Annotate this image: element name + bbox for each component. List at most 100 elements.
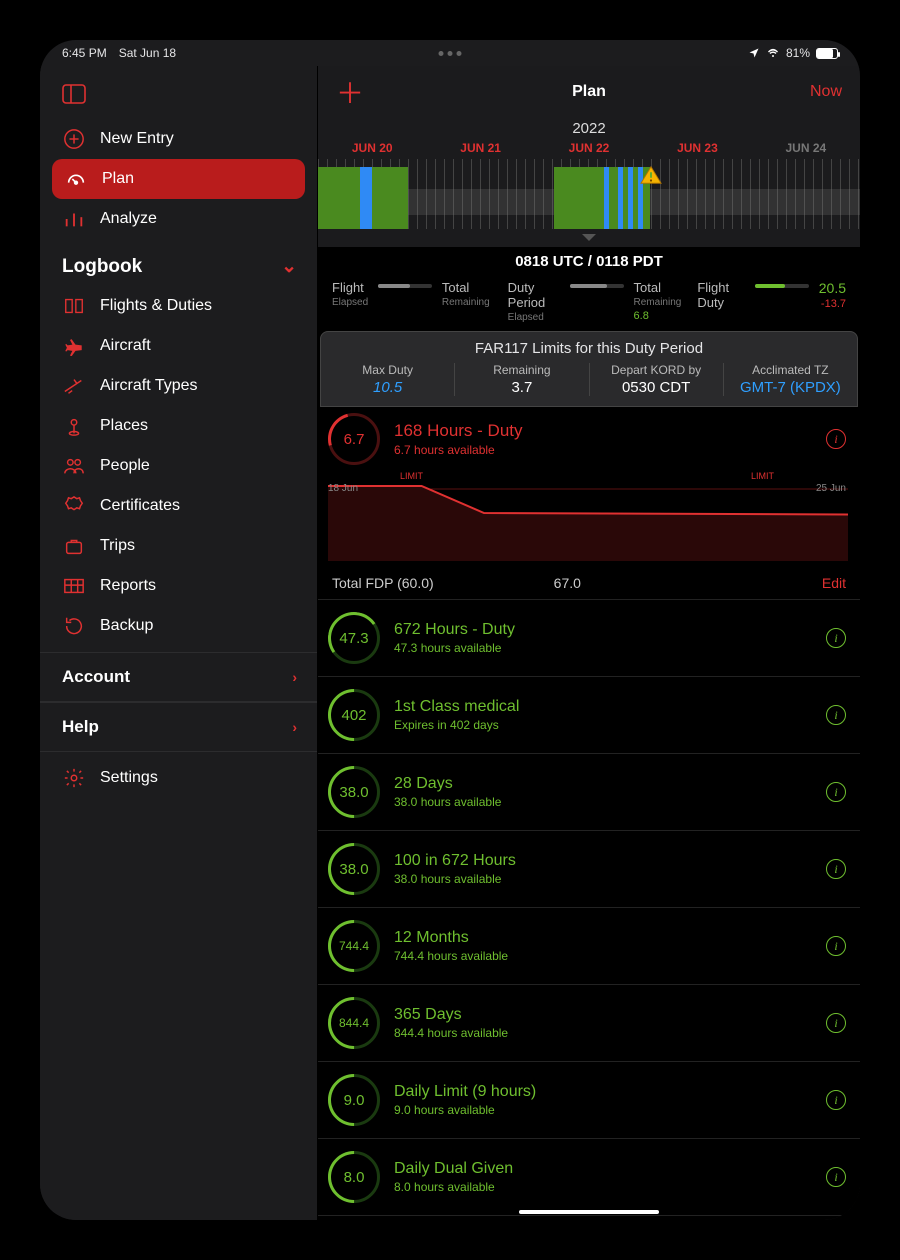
battery-icon xyxy=(816,48,838,59)
duty-168-title: 168 Hours - Duty xyxy=(394,421,523,441)
sidebar-item-people[interactable]: People xyxy=(40,446,317,486)
limit-sub: Expires in 402 days xyxy=(394,718,519,732)
menu-icon xyxy=(62,415,86,437)
multitask-dots[interactable] xyxy=(439,51,462,56)
sidebar-settings[interactable]: Settings xyxy=(40,758,317,798)
duty-168-ring: 6.7 xyxy=(328,413,380,465)
limit-row[interactable]: 4021st Class medicalExpires in 402 daysi xyxy=(318,677,860,754)
limit-row[interactable]: 744.412 Months744.4 hours availablei xyxy=(318,908,860,985)
sidebar-item-flights-duties[interactable]: Flights & Duties xyxy=(40,286,317,326)
menu-icon xyxy=(62,295,86,317)
menu-icon xyxy=(62,455,86,477)
home-indicator[interactable] xyxy=(519,1210,659,1214)
link-label: Help xyxy=(62,717,99,737)
sidebar-label: Certificates xyxy=(100,497,180,515)
battery-pct: 81% xyxy=(786,46,810,60)
sidebar-section-logbook[interactable]: Logbook ⌄ xyxy=(40,239,317,286)
limit-row[interactable]: 38.0 28 Days 38.0 hours available i xyxy=(318,754,860,831)
sidebar: New Entry Plan Analyze Logbook ⌄ Flights… xyxy=(40,66,318,1220)
sidebar-label: Places xyxy=(100,417,148,435)
timeline-day: JUN 24 xyxy=(752,137,860,155)
timeline-day: JUN 22 xyxy=(535,137,643,155)
info-icon[interactable]: i xyxy=(826,859,846,879)
limit-title: Daily Dual Given xyxy=(394,1160,513,1178)
duty-168-card[interactable]: 6.7 168 Hours - Duty 6.7 hours available… xyxy=(318,407,860,567)
limit-row[interactable]: 47.3672 Hours - Duty47.3 hours available… xyxy=(318,600,860,677)
status-time: 6:45 PM xyxy=(62,46,107,60)
status-date: Sat Jun 18 xyxy=(119,46,176,60)
location-icon xyxy=(748,47,760,59)
info-icon[interactable]: i xyxy=(826,782,846,802)
chevron-right-icon: › xyxy=(292,719,297,735)
limit-ring: 844.4 xyxy=(328,997,380,1049)
timeline[interactable]: JUN 20JUN 21JUN 22JUN 23JUN 24 xyxy=(318,137,860,247)
info-icon[interactable]: i xyxy=(826,429,846,449)
limit-ring: 9.0 xyxy=(328,1074,380,1126)
limit-row[interactable]: 9.0 Daily Limit (9 hours) 9.0 hours availa… xyxy=(318,1062,860,1139)
sidebar-icon xyxy=(62,84,86,104)
fdp-value: 67.0 xyxy=(554,575,581,591)
timeline-day: JUN 21 xyxy=(426,137,534,155)
timeline-cursor xyxy=(582,234,596,247)
info-icon[interactable]: i xyxy=(826,1013,846,1033)
limit-title: 365 Days xyxy=(394,1006,508,1024)
info-icon[interactable]: i xyxy=(826,628,846,648)
limit-row[interactable]: 8.0Daily Dual Given8.0 hours availablei xyxy=(318,1139,860,1216)
section-title: Logbook xyxy=(62,256,142,278)
limit-row[interactable]: 38.0100 in 672 Hours38.0 hours available… xyxy=(318,831,860,908)
sidebar-label: Trips xyxy=(100,537,135,555)
far117-panel: FAR117 Limits for this Duty Period Max D… xyxy=(320,331,858,407)
sidebar-label: Backup xyxy=(100,617,153,635)
sidebar-item-aircraft[interactable]: Aircraft xyxy=(40,326,317,366)
bars-icon xyxy=(62,208,86,230)
sidebar-toggle[interactable] xyxy=(40,74,317,119)
sidebar-item-reports[interactable]: Reports xyxy=(40,566,317,606)
sidebar-new-entry[interactable]: New Entry xyxy=(40,119,317,159)
limit-sub: 38.0 hours available xyxy=(394,872,516,886)
sidebar-label: Analyze xyxy=(100,210,157,228)
fdp-label: Total FDP (60.0) xyxy=(332,575,434,591)
sidebar-label: Plan xyxy=(102,170,134,188)
sidebar-item-backup[interactable]: Backup xyxy=(40,606,317,646)
limit-sub: 9.0 hours available xyxy=(394,1103,536,1117)
limit-title: 100 in 672 Hours xyxy=(394,852,516,870)
sidebar-analyze[interactable]: Analyze xyxy=(40,199,317,239)
sidebar-account[interactable]: Account › xyxy=(40,652,317,702)
menu-icon xyxy=(62,495,86,517)
limit-row[interactable]: 844.4365 Days844.4 hours availablei xyxy=(318,985,860,1062)
limit-sub: 47.3 hours available xyxy=(394,641,515,655)
add-button[interactable]: ＋ xyxy=(336,72,364,112)
sidebar-label: Settings xyxy=(100,769,158,787)
info-icon[interactable]: i xyxy=(826,1090,846,1110)
sidebar-item-aircraft-types[interactable]: Aircraft Types xyxy=(40,366,317,406)
limit-ring: 402 xyxy=(328,689,380,741)
limit-title: Daily Limit (9 hours) xyxy=(394,1083,536,1101)
sidebar-plan[interactable]: Plan xyxy=(52,159,305,199)
now-button[interactable]: Now xyxy=(810,83,842,101)
info-icon[interactable]: i xyxy=(826,1167,846,1187)
limit-ring: 38.0 xyxy=(328,766,380,818)
edit-button[interactable]: Edit xyxy=(822,575,846,591)
sidebar-label: New Entry xyxy=(100,130,174,148)
limit-sub: 38.0 hours available xyxy=(394,795,501,809)
sidebar-item-places[interactable]: Places xyxy=(40,406,317,446)
menu-icon xyxy=(62,615,86,637)
limit-ring: 744.4 xyxy=(328,920,380,972)
timeline-day: JUN 20 xyxy=(318,137,426,155)
main-header: ＋ Plan Now xyxy=(318,66,860,118)
limit-ring: 8.0 xyxy=(328,1151,380,1203)
sidebar-item-trips[interactable]: Trips xyxy=(40,526,317,566)
limit-title: 28 Days xyxy=(394,775,501,793)
info-icon[interactable]: i xyxy=(826,936,846,956)
utc-label: 0818 UTC / 0118 PDT xyxy=(318,247,860,276)
chevron-right-icon: › xyxy=(292,669,297,685)
menu-icon xyxy=(62,335,86,357)
duty-168-chart xyxy=(328,471,848,561)
sidebar-help[interactable]: Help › xyxy=(40,702,317,752)
sidebar-item-certificates[interactable]: Certificates xyxy=(40,486,317,526)
info-icon[interactable]: i xyxy=(826,705,846,725)
gauge-icon xyxy=(64,168,88,190)
gear-icon xyxy=(62,767,86,789)
menu-icon xyxy=(62,375,86,397)
limit-sub: 744.4 hours available xyxy=(394,949,508,963)
